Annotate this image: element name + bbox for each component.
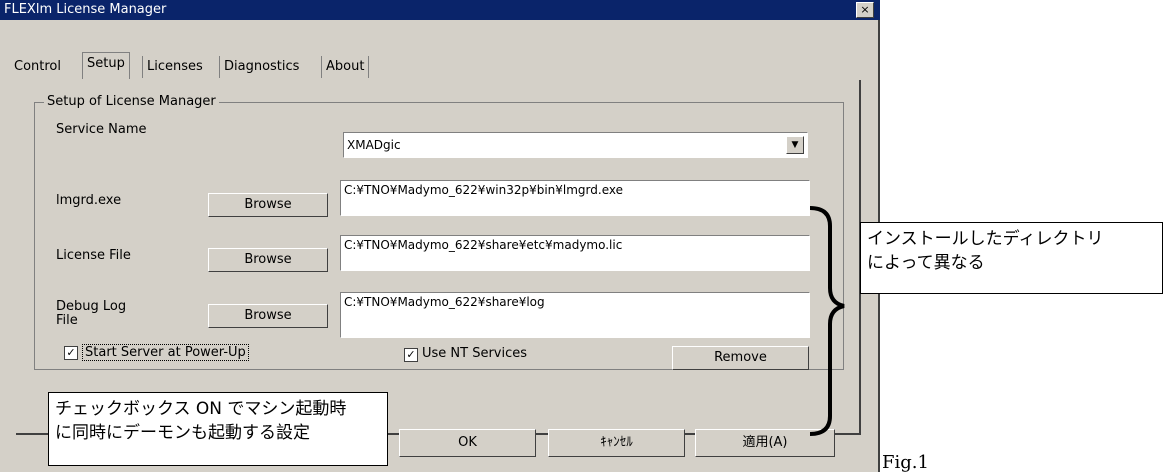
service-name-dropdown[interactable]: XMADgic ▼ [343, 132, 808, 158]
group-title: Setup of License Manager [44, 94, 219, 109]
use-nt-services-label: Use NT Services [422, 346, 528, 361]
lmgrd-path-field[interactable]: C:¥TNO¥Madymo_622¥win32p¥bin¥lmgrd.exe [340, 180, 810, 216]
debug-log-field[interactable]: C:¥TNO¥Madymo_622¥share¥log [340, 292, 810, 338]
tab-licenses[interactable]: Licenses [142, 56, 203, 78]
lmgrd-label: lmgrd.exe [56, 193, 122, 208]
start-server-label[interactable]: Start Server at Power-Up [82, 344, 249, 361]
tab-about[interactable]: About [321, 56, 370, 78]
directory-note-line-2: によって異なる [867, 253, 985, 273]
license-file-label: License File [56, 248, 131, 263]
license-file-field[interactable]: C:¥TNO¥Madymo_622¥share¥etc¥madymo.lic [340, 235, 810, 271]
cancel-button[interactable]: ｷｬﾝｾﾙ [548, 429, 685, 457]
title-bar: FLEXlm License Manager × [0, 0, 880, 20]
browse-license-button[interactable]: Browse [208, 248, 328, 272]
ok-button[interactable]: OK [399, 429, 536, 457]
close-icon[interactable]: × [856, 2, 874, 18]
browse-lmgrd-button[interactable]: Browse [208, 193, 328, 217]
service-name-label: Service Name [56, 122, 147, 137]
figure-label: Fig.1 [882, 452, 929, 473]
browse-log-button[interactable]: Browse [208, 304, 328, 328]
directory-note-line-1: インストールしたディレクトリ [867, 229, 1104, 249]
start-server-checkbox[interactable]: ✓ [64, 346, 78, 360]
service-name-value: XMADgic [347, 138, 401, 152]
checkbox-note-line-2: に同時にデーモンも起動する設定 [55, 423, 310, 443]
chevron-down-icon[interactable]: ▼ [786, 136, 804, 154]
checkbox-note-line-1: チェックボックス ON でマシン起動時 [55, 399, 347, 419]
tab-diagnostics[interactable]: Diagnostics [219, 56, 299, 78]
tab-setup[interactable]: Setup [82, 52, 130, 79]
use-nt-services-checkbox[interactable]: ✓ [404, 348, 418, 362]
checkbox-note-callout: チェックボックス ON でマシン起動時 に同時にデーモンも起動する設定 [48, 392, 388, 466]
window-title: FLEXlm License Manager [4, 2, 167, 17]
directory-note-callout: インストールしたディレクトリ によって異なる [860, 222, 1163, 294]
remove-button[interactable]: Remove [672, 346, 809, 370]
brace-icon [809, 206, 845, 436]
debug-log-label: Debug Log File [56, 299, 127, 328]
tab-control[interactable]: Control [14, 56, 61, 78]
